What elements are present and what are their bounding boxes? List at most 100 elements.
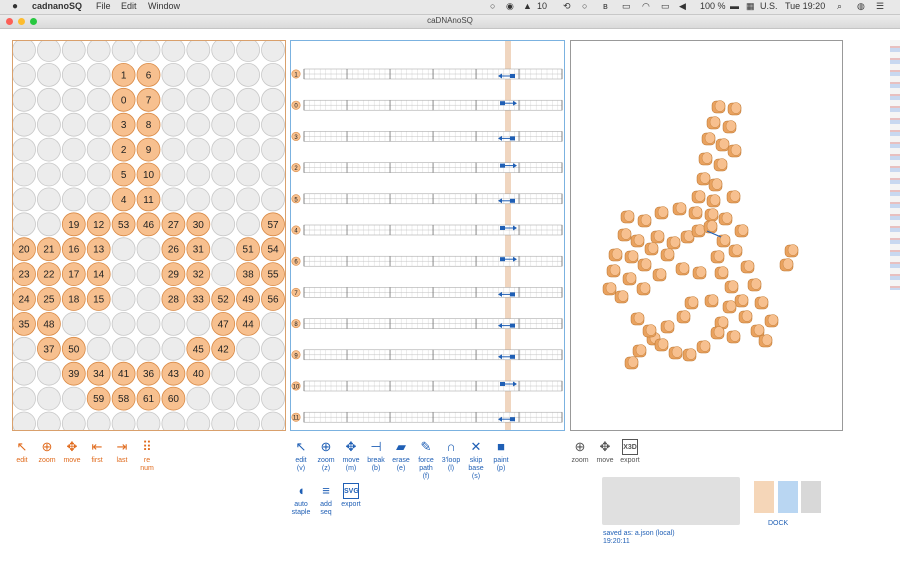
helix-cell-empty[interactable] xyxy=(13,212,36,237)
helix-cell-empty[interactable] xyxy=(136,336,161,361)
helix-cell-empty[interactable] xyxy=(13,386,36,411)
helix-cell-empty[interactable] xyxy=(61,162,86,187)
helix-cell-empty[interactable] xyxy=(211,112,236,137)
helix-strand-grid[interactable] xyxy=(303,411,563,423)
helix-cell-empty[interactable] xyxy=(13,336,36,361)
dock-swatch-gray[interactable] xyxy=(801,481,821,513)
helix-cell-empty[interactable] xyxy=(13,162,36,187)
helix-cell-empty[interactable] xyxy=(37,162,61,187)
helix-cell-empty[interactable] xyxy=(186,87,211,112)
helix-cell-empty[interactable] xyxy=(86,41,111,62)
helix-cell-empty[interactable] xyxy=(186,187,211,212)
helix-cell-empty[interactable] xyxy=(13,137,36,162)
siri-icon[interactable]: ◍ xyxy=(857,1,865,12)
helix-strand-grid[interactable] xyxy=(303,255,563,267)
helix-cell-empty[interactable] xyxy=(236,212,261,237)
helix-cell-empty[interactable] xyxy=(186,41,211,62)
path-export-tool[interactable]: SVG export xyxy=(336,483,366,509)
helix-cell-empty[interactable] xyxy=(236,361,261,386)
airplay-icon[interactable]: ▭ xyxy=(661,1,670,12)
helix-cell-empty[interactable] xyxy=(186,112,211,137)
helix-cell-empty[interactable] xyxy=(86,87,111,112)
helix-cell-empty[interactable] xyxy=(186,137,211,162)
helix-cell-empty[interactable] xyxy=(211,162,236,187)
helix-cell-empty[interactable] xyxy=(211,212,236,237)
helix-cell-empty[interactable] xyxy=(111,336,136,361)
helix-cell-empty[interactable] xyxy=(236,386,261,411)
path-view-panel[interactable]: 1 0 3 2 5 4 6 7 8 9 10 11 xyxy=(290,40,565,431)
helix-cell-empty[interactable] xyxy=(261,361,285,386)
helix-cell-empty[interactable] xyxy=(86,112,111,137)
helix-cell-empty[interactable] xyxy=(211,361,236,386)
helix-cell-empty[interactable] xyxy=(61,311,86,336)
helix-cell-empty[interactable] xyxy=(37,187,61,212)
status-app-icon[interactable]: ◉ xyxy=(506,1,514,12)
helix-cell-empty[interactable] xyxy=(186,386,211,411)
helix-cell-empty[interactable] xyxy=(261,411,285,431)
helix-strand-grid[interactable] xyxy=(303,193,563,205)
helix-cell-empty[interactable] xyxy=(13,361,36,386)
helix-cell-empty[interactable] xyxy=(37,41,61,62)
menu-edit[interactable]: Edit xyxy=(121,1,137,11)
helix-cell-empty[interactable] xyxy=(161,63,186,87)
helix-cell-empty[interactable] xyxy=(211,41,236,62)
helix-cell-empty[interactable] xyxy=(13,87,36,112)
helix-cell-empty[interactable] xyxy=(86,187,111,212)
helix-cell-empty[interactable] xyxy=(61,63,86,87)
helix-cell-empty[interactable] xyxy=(261,112,285,137)
battery-percent[interactable]: 100 % xyxy=(700,1,726,11)
helix-cell-empty[interactable] xyxy=(211,386,236,411)
helix-cell-empty[interactable] xyxy=(211,411,236,431)
helix-cell-empty[interactable] xyxy=(111,287,136,311)
helix-cell-empty[interactable] xyxy=(37,137,61,162)
helix-cell-empty[interactable] xyxy=(211,137,236,162)
helix-cell-empty[interactable] xyxy=(261,311,285,336)
helix-cell-empty[interactable] xyxy=(13,112,36,137)
helix-cell-empty[interactable] xyxy=(111,41,136,62)
display-icon[interactable]: ▭ xyxy=(622,1,631,12)
spotlight-icon[interactable]: ⌕ xyxy=(837,1,842,12)
helix-cell-empty[interactable] xyxy=(61,137,86,162)
status-dot-icon[interactable]: ○ xyxy=(582,1,587,11)
helix-cell-empty[interactable] xyxy=(13,187,36,212)
helix-cell-empty[interactable] xyxy=(261,41,285,62)
helix-cell-empty[interactable] xyxy=(37,112,61,137)
helix-cell-empty[interactable] xyxy=(161,311,186,336)
battery-icon[interactable]: ▬ xyxy=(730,1,739,11)
helix-strand-grid[interactable] xyxy=(303,131,563,142)
helix-cell-empty[interactable] xyxy=(136,411,161,431)
helix-cell-empty[interactable] xyxy=(211,187,236,212)
slice-grid[interactable]: 1 60 73 82 95 104 1119 12 53 46 27 30 5720 21 16 13 26 31… xyxy=(13,41,286,431)
helix-cell-empty[interactable] xyxy=(111,411,136,431)
slice-view-panel[interactable]: 1 6 0 7 3 8 2 9 5 10 4 11 19 12 53 46 27 30 57 20 21 16 13 26 31… xyxy=(12,40,286,431)
path-paint-tool[interactable]: ■ paint (p) xyxy=(486,439,516,473)
apple-icon[interactable]: ● xyxy=(12,1,18,12)
helix-cell-empty[interactable] xyxy=(236,112,261,137)
helix-cell-empty[interactable] xyxy=(211,87,236,112)
render-3d-panel[interactable] xyxy=(570,40,843,431)
helix-cell-empty[interactable] xyxy=(261,63,285,87)
helix-cell-empty[interactable] xyxy=(161,162,186,187)
helix-cell-empty[interactable] xyxy=(86,411,111,431)
status-indicator-count[interactable]: 10 xyxy=(537,1,547,11)
helix-cell-empty[interactable] xyxy=(37,411,61,431)
helix-cell-empty[interactable] xyxy=(161,41,186,62)
helix-cell-empty[interactable] xyxy=(261,336,285,361)
helix-cell-empty[interactable] xyxy=(61,187,86,212)
helix-cell-empty[interactable] xyxy=(13,411,36,431)
helix-cell-empty[interactable] xyxy=(86,162,111,187)
helix-cell-empty[interactable] xyxy=(236,411,260,431)
helix-cell-empty[interactable] xyxy=(61,386,86,411)
render-export-tool[interactable]: X3D export xyxy=(615,439,645,465)
helix-cell-empty[interactable] xyxy=(37,63,61,87)
helix-cell-empty[interactable] xyxy=(161,112,186,137)
wifi-icon[interactable]: ◠ xyxy=(642,1,650,12)
helix-cell-empty[interactable] xyxy=(261,137,285,162)
bluetooth-icon[interactable]: ʙ xyxy=(603,1,608,11)
dock-swatch-blue[interactable] xyxy=(778,481,798,513)
helix-strand-grid[interactable] xyxy=(303,99,563,111)
helix-cell-empty[interactable] xyxy=(136,262,161,287)
helix-cell-empty[interactable] xyxy=(136,41,161,62)
helix-cell-empty[interactable] xyxy=(37,212,61,237)
helix-cell-empty[interactable] xyxy=(186,311,211,336)
